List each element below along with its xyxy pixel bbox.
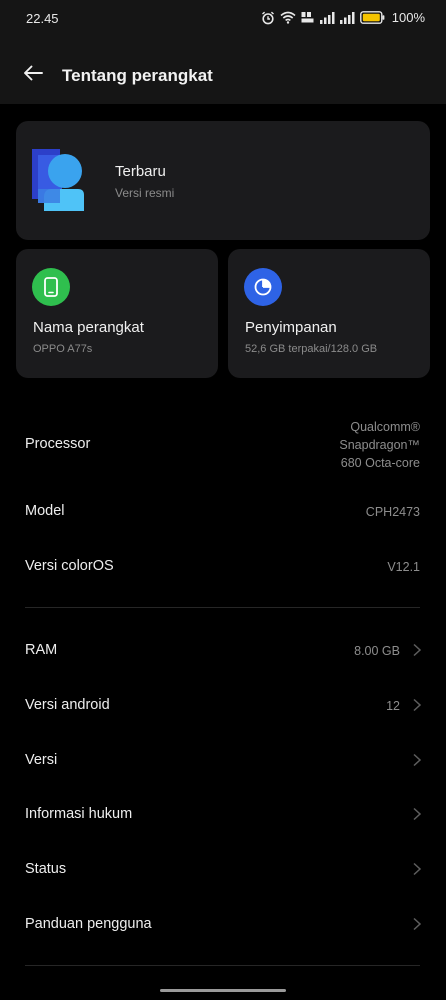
ram-value: 8.00 GB [354, 644, 400, 658]
update-status-subtitle: Versi resmi [115, 186, 175, 200]
processor-value-line: 680 Octa-core [340, 456, 420, 470]
processor-value-line: Snapdragon™ [339, 438, 420, 452]
chevron-right-icon [413, 862, 422, 876]
status-icons: 100% [261, 10, 425, 25]
app-header: Tentang perangkat [0, 40, 446, 104]
chevron-right-icon [413, 643, 422, 657]
android-version-value: 12 [386, 699, 400, 713]
bottom-divider [25, 965, 420, 966]
android-version-label: Versi android [25, 697, 110, 713]
volte-icon [301, 11, 315, 24]
version-row[interactable]: Versi [0, 738, 446, 782]
storage-title: Penyimpanan [245, 319, 337, 336]
processor-label: Processor [25, 436, 91, 452]
home-gesture-bar[interactable] [160, 989, 286, 992]
model-value: CPH2473 [365, 505, 420, 519]
model-row: Model CPH2473 [0, 500, 446, 524]
processor-value-line: Qualcomm® [350, 420, 420, 434]
chevron-right-icon [413, 807, 422, 821]
ram-label: RAM [25, 642, 58, 658]
arrow-left-icon [24, 65, 43, 81]
chevron-right-icon [413, 917, 422, 931]
signal-icon [339, 11, 355, 24]
page-title: Tentang perangkat [62, 66, 213, 85]
about-device-screen: 22.45 100% Tentang perangkat Terbaru Ver… [0, 0, 446, 1000]
device-name-value: OPPO A77s [33, 343, 93, 355]
processor-row: Processor Qualcomm® Snapdragon™ 680 Octa… [0, 415, 446, 475]
version-label: Versi [25, 752, 58, 768]
ram-row[interactable]: RAM 8.00 GB [0, 628, 446, 672]
coloros-version-value: V12.1 [387, 560, 420, 574]
software-update-card[interactable]: Terbaru Versi resmi [16, 121, 430, 240]
coloros-version-label: Versi colorOS [25, 558, 114, 574]
status-bar: 22.45 100% [0, 0, 446, 40]
status-row[interactable]: Status [0, 847, 446, 891]
legal-info-label: Informasi hukum [25, 806, 133, 822]
chevron-right-icon [413, 753, 422, 767]
update-status-title: Terbaru [115, 163, 166, 180]
signal-icon [319, 11, 335, 24]
user-guide-row[interactable]: Panduan pengguna [0, 902, 446, 946]
coloros-logo-icon [32, 149, 84, 211]
android-version-row[interactable]: Versi android 12 [0, 683, 446, 727]
legal-info-row[interactable]: Informasi hukum [0, 792, 446, 836]
chevron-right-icon [413, 698, 422, 712]
storage-value: 52,6 GB terpakai/128.0 GB [245, 343, 378, 355]
battery-percent: 100% [391, 10, 425, 25]
device-name-card[interactable]: Nama perangkat OPPO A77s [16, 249, 218, 378]
storage-card[interactable]: Penyimpanan 52,6 GB terpakai/128.0 GB [228, 249, 430, 378]
model-label: Model [25, 503, 65, 519]
status-label: Status [25, 861, 67, 877]
status-time: 22.45 [26, 11, 59, 26]
alarm-icon [261, 11, 275, 25]
phone-icon [32, 268, 70, 306]
device-name-title: Nama perangkat [33, 319, 144, 336]
user-guide-label: Panduan pengguna [25, 916, 152, 932]
pie-chart-icon [244, 268, 282, 306]
wifi-icon [280, 11, 296, 24]
coloros-version-row: Versi colorOS V12.1 [0, 555, 446, 579]
battery-icon [359, 11, 385, 24]
processor-value: Qualcomm® Snapdragon™ 680 Octa-core [339, 418, 420, 472]
section-divider [25, 607, 420, 608]
back-button[interactable] [18, 60, 48, 86]
